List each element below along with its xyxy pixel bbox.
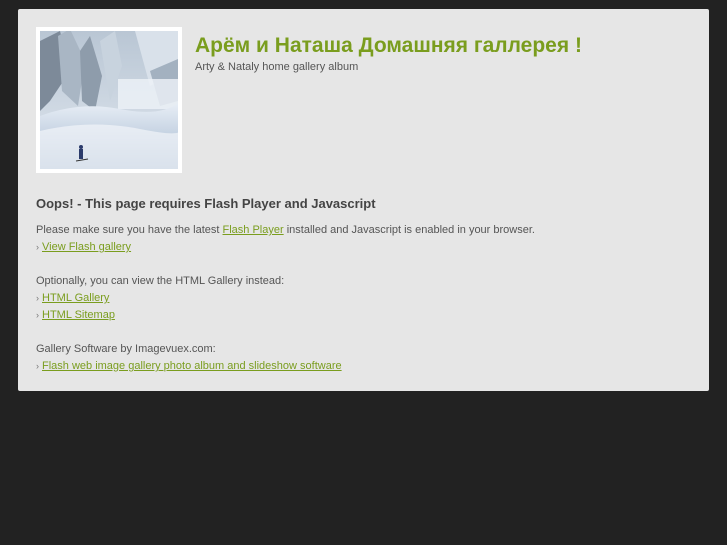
gallery-thumbnail-frame[interactable] bbox=[36, 27, 182, 173]
html-sitemap-row: › HTML Sitemap bbox=[36, 307, 696, 324]
bullet-icon: › bbox=[36, 293, 39, 303]
notice-text-before: Please make sure you have the latest bbox=[36, 224, 220, 236]
gallery-panel: Арём и Наташа Домашняя галлерея ! Arty &… bbox=[18, 9, 709, 391]
bullet-icon: › bbox=[36, 310, 39, 320]
view-flash-gallery-link[interactable]: View Flash gallery bbox=[42, 241, 131, 253]
bullet-icon: › bbox=[36, 242, 39, 252]
optional-text: Optionally, you can view the HTML Galler… bbox=[36, 275, 285, 287]
html-sitemap-link[interactable]: HTML Sitemap bbox=[42, 309, 115, 321]
gallery-title: Арём и Наташа Домашняя галлерея ! bbox=[195, 34, 582, 57]
html-gallery-row: › HTML Gallery bbox=[36, 290, 696, 307]
html-gallery-link[interactable]: HTML Gallery bbox=[42, 292, 109, 304]
flash-player-link[interactable]: Flash Player bbox=[223, 224, 284, 236]
flash-notice: Oops! - This page requires Flash Player … bbox=[36, 196, 696, 375]
notice-message: Please make sure you have the latest Fla… bbox=[36, 222, 696, 239]
gallery-thumbnail-image[interactable] bbox=[40, 31, 178, 169]
software-credit-text: Gallery Software by Imagevuex.com: bbox=[36, 343, 216, 355]
view-flash-row: › View Flash gallery bbox=[36, 239, 696, 256]
software-link-row: › Flash web image gallery photo album and… bbox=[36, 358, 696, 375]
notice-text-after: installed and Javascript is enabled in y… bbox=[286, 224, 535, 236]
notice-heading: Oops! - This page requires Flash Player … bbox=[36, 196, 376, 211]
gallery-software-link[interactable]: Flash web image gallery photo album and … bbox=[42, 360, 342, 372]
gallery-subtitle: Arty & Nataly home gallery album bbox=[195, 61, 359, 73]
bullet-icon: › bbox=[36, 361, 39, 371]
